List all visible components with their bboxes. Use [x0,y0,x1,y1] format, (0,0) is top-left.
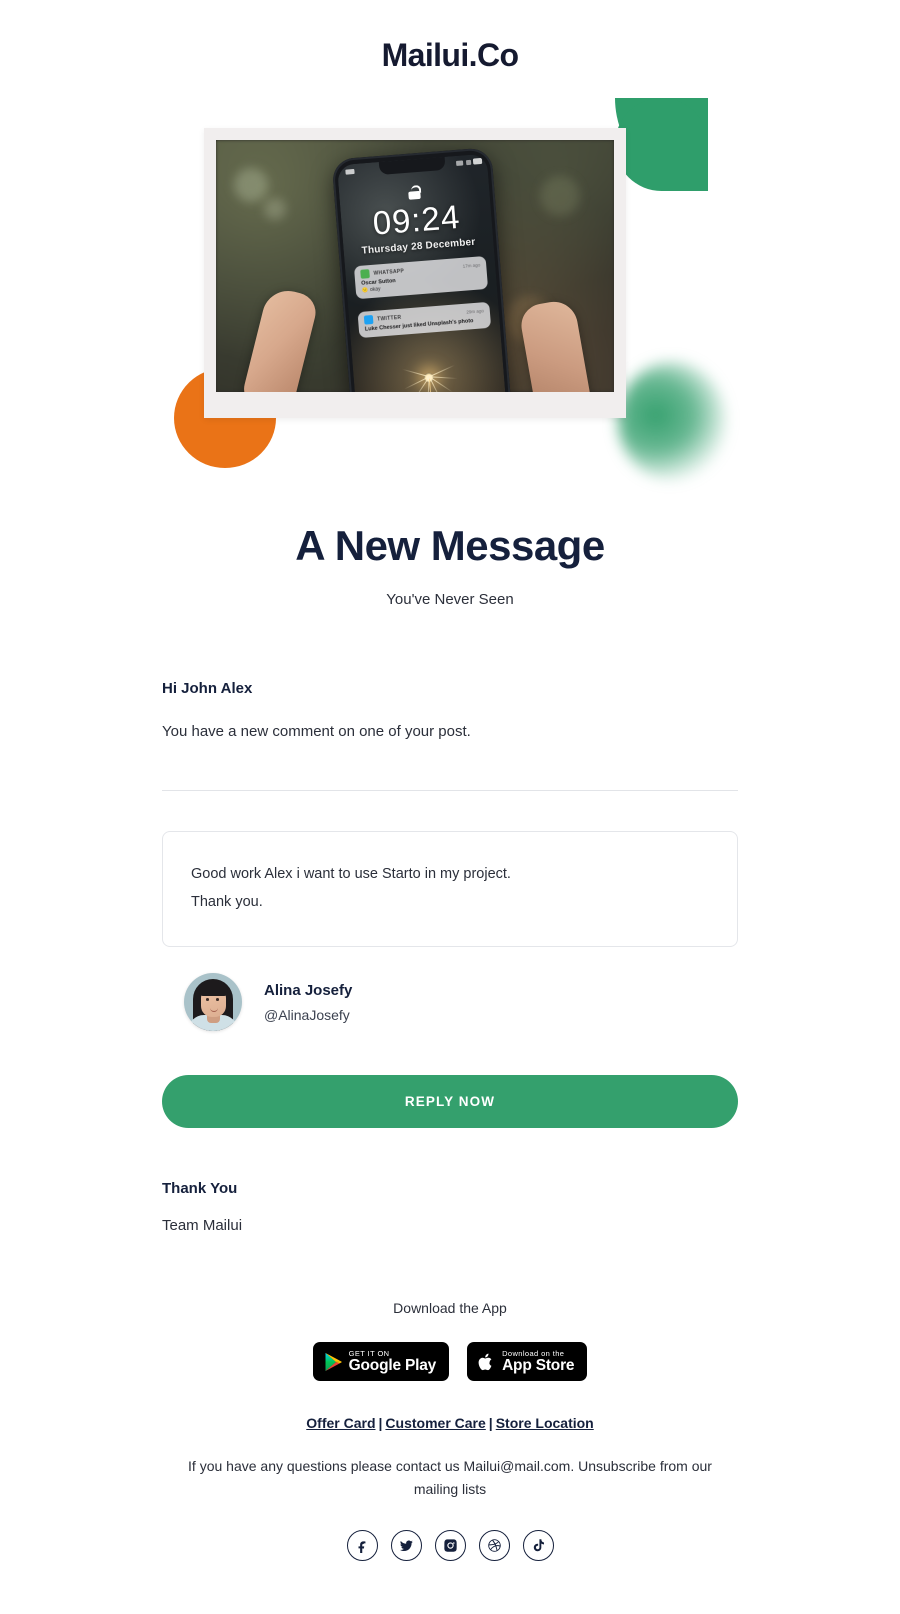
sparkler-graphic [372,353,489,393]
google-play-text: GET IT ON Google Play [348,1349,437,1374]
email-container: Mailui.Co 09:24 Thursday 28 December WHA… [0,0,900,1601]
badge-big-text: App Store [502,1356,575,1374]
lead-text: You have a new comment on one of your po… [162,722,471,740]
footer-links: Offer Card | Customer Care | Store Location [0,1415,900,1431]
download-app-text: Download the App [393,1300,507,1317]
phone-device: 09:24 Thursday 28 December WHATSAPP 17m … [331,147,515,393]
tiktok-icon [533,1539,544,1552]
notification-card: TWITTER 29m ago Luke Chesser just liked … [357,302,492,339]
wifi-icon [455,160,464,167]
avatar [184,973,242,1032]
signoff-team: Team Mailui [162,1217,243,1235]
phone-notch [378,157,446,176]
contact-text: If you have any questions please contact… [188,1458,712,1497]
twitter-icon [399,1540,413,1552]
decor-green-blur-blob [618,362,726,481]
comment-card: Good work Alex i want to use Starto in m… [162,830,738,948]
signoff-title: Thank You [162,1180,238,1198]
hero-stage: 09:24 Thursday 28 December WHATSAPP 17m … [170,96,730,486]
notification-card: WHATSAPP 17m ago Oscar Sutton okay [353,256,489,300]
link-store-location[interactable]: Store Location [496,1415,594,1431]
hero-photo-frame: 09:24 Thursday 28 December WHATSAPP 17m … [204,128,626,419]
reply-now-button[interactable]: REPLY NOW [162,1075,738,1129]
link-separator: | [488,1415,493,1432]
notification-time: 17m ago [462,262,481,270]
author-name: Alina Josefy [264,981,353,999]
email-header: Mailui.Co [0,0,900,84]
facebook-link[interactable] [346,1530,378,1561]
whatsapp-icon [360,269,370,280]
twitter-link[interactable] [390,1530,422,1561]
link-customer-care[interactable]: Customer Care [385,1415,485,1431]
hero-section: 09:24 Thursday 28 December WHATSAPP 17m … [0,96,900,486]
phone-screen: 09:24 Thursday 28 December WHATSAPP 17m … [336,153,510,393]
comment-line-1: Good work Alex i want to use Starto in m… [191,865,511,882]
brand-logo: Mailui.Co [381,37,519,73]
page-subtitle: You've Never Seen [386,590,514,608]
body-section: Hi John Alex You have a new comment on o… [0,608,900,1234]
link-separator: | [378,1415,383,1432]
app-store-text: Download on the App Store [502,1349,575,1374]
email-footer: Download the App GET IT ON Google Play D… [0,1234,900,1601]
battery-icon [472,158,483,166]
divider [162,789,738,791]
badge-big-text: Google Play [348,1356,437,1374]
social-links [0,1530,900,1561]
signoff-section: Thank You Team Mailui [162,1180,738,1234]
comment-line-2: Thank you. [191,893,263,910]
notification-app-name: WHATSAPP [373,268,405,277]
google-play-icon [325,1352,342,1371]
tiktok-link[interactable] [522,1530,554,1561]
title-section: A New Message You've Never Seen [0,486,900,607]
author-info: Alina Josefy @AlinaJosefy [264,982,352,1023]
signal-icon [345,169,355,176]
notification-time: 29m ago [466,308,484,316]
instagram-icon [443,1539,457,1552]
app-store-badge[interactable]: Download on the App Store [467,1342,588,1382]
hero-photo: 09:24 Thursday 28 December WHATSAPP 17m … [216,140,614,393]
instagram-link[interactable] [434,1530,466,1561]
google-play-badge[interactable]: GET IT ON Google Play [312,1342,450,1382]
twitter-icon [363,315,374,326]
unlock-icon [408,185,422,201]
decor-green-quarter-circle [615,98,708,192]
facebook-icon [358,1541,365,1553]
apple-icon [478,1353,492,1370]
notification-app-name: TWITTER [376,314,402,323]
comment-author: Alina Josefy @AlinaJosefy [162,973,738,1032]
author-handle: @AlinaJosefy [264,1006,350,1023]
greeting-text: Hi John Alex [162,679,253,697]
page-title: A New Message [295,522,605,570]
dribbble-link[interactable] [478,1530,510,1561]
store-badges: GET IT ON Google Play Download on the Ap… [0,1342,900,1382]
dribbble-icon [487,1539,501,1552]
link-offer-card[interactable]: Offer Card [306,1415,375,1431]
battery-percent-icon [465,160,472,166]
